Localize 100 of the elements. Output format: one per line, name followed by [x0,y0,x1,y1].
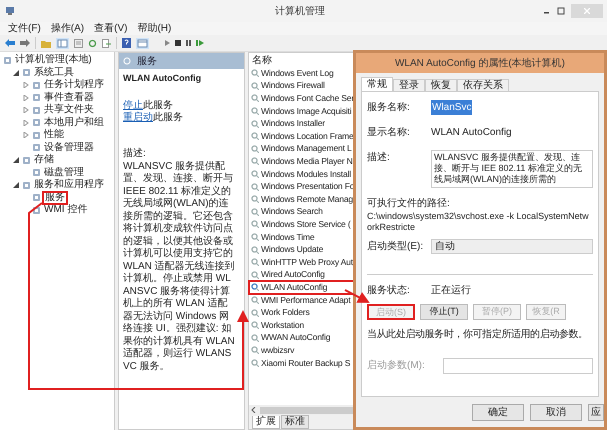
action-link[interactable]: 重启动 [123,112,153,122]
service-row[interactable]: Windows Management L [249,142,367,156]
node-icon [32,168,41,178]
field-label: 启动参数(M): [367,358,426,373]
tree-item[interactable]: 事件查看器 [44,92,94,103]
dialog-button[interactable]: 取消 [530,404,582,420]
service-row[interactable]: Xiaomi Router Backup S [249,356,367,370]
back-arrow-icon[interactable] [5,39,15,47]
folder-icon[interactable] [41,38,51,48]
view-tab[interactable]: 扩展 [252,416,280,429]
display-name-value: WLAN AutoConfig [431,126,512,140]
expanded-arrow-icon[interactable] [13,70,19,76]
collapsed-arrow-icon[interactable] [23,120,29,126]
parameters-field[interactable] [443,358,593,374]
play-icon[interactable] [165,40,170,46]
view-tab[interactable]: 标准 [281,415,309,429]
dialog-button[interactable]: 确定 [472,404,524,420]
column-header[interactable]: 名称 [252,52,272,68]
menu-item[interactable]: 查看(V) [94,24,128,34]
tree-item[interactable]: 任务计划程序 [44,80,104,90]
service-row[interactable]: Windows Media Player N [249,155,367,168]
service-row[interactable]: Windows Search [249,206,367,218]
action-link[interactable]: 停止 [123,100,143,110]
field-label: 显示名称: [367,126,411,140]
forward-arrow-icon[interactable] [20,39,30,47]
service-row[interactable]: Windows Installer [249,117,367,130]
link-text: 此服务 [153,112,183,122]
tree-item[interactable]: WMI 控件 [44,205,88,216]
startup-type-dropdown[interactable]: 自动 [431,239,593,254]
field-label: 可执行文件的路径: [367,196,451,211]
service-row[interactable]: Workstation [249,318,367,332]
tree-item[interactable]: 服务和应用程序 [34,180,104,190]
service-row[interactable]: Windows Remote Manag [249,192,367,206]
list-icon[interactable] [74,38,83,48]
restart-icon[interactable] [196,40,204,46]
collapsed-arrow-icon[interactable] [23,107,29,114]
tree-item[interactable]: 存储 [34,155,54,166]
path-value: C:\windows\system32\svchost.exe -k LocalSystemNetworkRestricte [367,211,590,233]
service-row[interactable]: Windows Location Frame [249,130,367,143]
service-row[interactable]: Windows Store Service ( [249,218,367,231]
service-row[interactable]: Work Folders [249,306,367,319]
service-row[interactable]: WLAN AutoConfig [249,281,355,294]
menu-item[interactable]: 帮助(H) [137,24,172,34]
service-row[interactable]: WMI Performance Adapt [249,294,367,306]
dialog-tab[interactable]: 恢复 [425,79,457,91]
tree-item[interactable]: 性能 [44,130,64,140]
dialog-button[interactable]: 应 [588,404,604,420]
node-icon [32,193,41,202]
dialog-tab[interactable]: 登录 [393,79,425,91]
expanded-arrow-icon[interactable] [13,182,19,188]
menu-item[interactable]: 文件(F) [8,24,41,34]
maximize-icon[interactable] [557,7,565,15]
menu-item[interactable]: 操作(A) [50,24,84,34]
service-row[interactable]: Windows Modules Install [249,168,367,180]
field-label: 启动类型(E): [367,240,424,254]
collapsed-arrow-icon[interactable] [23,132,29,138]
tree-item[interactable]: 系统工具 [34,68,74,78]
service-row[interactable]: Windows Font Cache Ser [249,92,367,105]
window-title: 计算机管理 [274,4,326,18]
status-value: 正在运行 [431,284,471,298]
collapsed-arrow-icon[interactable] [23,82,29,88]
service-row[interactable]: WWAN AutoConfig [249,331,367,344]
service-row[interactable]: Windows Time [249,230,367,244]
hint-text: 当从此处启动服务时，你可指定所适用的启动参数。 [367,328,588,342]
collapsed-arrow-icon[interactable] [23,94,29,101]
refresh-icon[interactable] [88,38,97,48]
expanded-arrow-icon[interactable] [13,157,19,164]
description-field[interactable]: WLANSVC 服务提供配置、发现、连接、断开与 IEE 802.11 标准定义的无线局域网(WLAN)的连接所需的 [431,150,593,188]
node-icon [3,56,12,65]
tree-item[interactable]: 磁盘管理 [44,168,84,178]
service-row[interactable]: WinHTTP Web Proxy Aut [249,256,367,268]
close-icon [584,8,590,14]
service-row[interactable]: Wired AutoConfig [249,268,367,282]
tree-item[interactable]: 设备管理器 [44,142,94,153]
link-text: 此服务 [143,100,173,110]
tree-item[interactable]: 本地用户和组 [44,118,104,128]
service-row[interactable]: Windows Image Acquisiti [249,104,367,118]
node-icon [32,93,41,102]
service-icon [123,57,131,65]
panel-title: 服务 [137,54,157,68]
service-row[interactable]: Windows Update [249,243,367,256]
computer-icon [5,6,15,16]
panel-icon[interactable] [136,38,149,48]
dialog-tab[interactable]: 常规 [361,77,393,91]
tree-item[interactable]: 计算机管理(本地) [15,55,92,66]
panel-icon[interactable] [56,38,69,48]
service-row[interactable]: wwbizsrv [249,344,367,357]
pause-icon[interactable] [186,40,191,46]
node-icon [32,106,41,115]
node-icon [32,143,41,152]
dialog-tab[interactable]: 依存关系 [457,79,509,91]
service-name-value: WlanSvc [431,100,472,115]
tree-item[interactable]: 共享文件夹 [44,105,94,116]
service-name: WLAN AutoConfig [123,72,202,85]
node-icon [22,180,31,190]
node-icon [32,118,41,128]
description-text: WLANSVC 服务提供配置、发现、连接、断开与 IEEE 802.11 标准定义的无线局域网(WLAN)的连接所需的逻辑。它还包含将计算机变成软件访问点的逻辑，以便其他设备或计算机可以使用支持它的 WLAN 适配器无线连接到计算机。停止或禁用 WLANSVC 服务将使得计算机上的所有 WLAN 适配器无法访问 Windows 网络连接 UI。强烈建议: 如果你的计算机具有 WLAN 适配器，则运行 WLANSVC 服务。 [123,160,235,373]
help-icon[interactable] [122,38,131,48]
export-icon[interactable] [102,38,111,48]
service-control-button[interactable]: 停止(T) [420,304,468,320]
